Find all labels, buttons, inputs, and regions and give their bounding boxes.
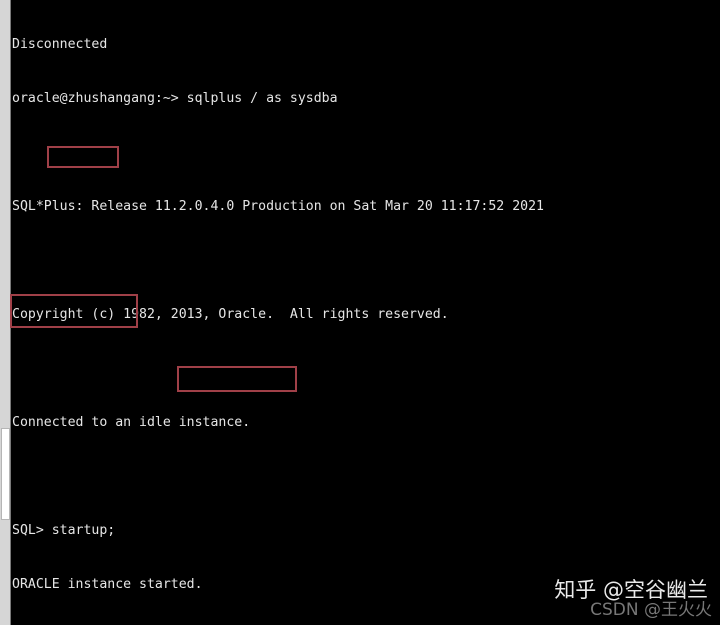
terminal-output[interactable]: Disconnected oracle@zhushangang:~> sqlpl… <box>12 0 720 625</box>
terminal-window: Disconnected oracle@zhushangang:~> sqlpl… <box>0 0 720 625</box>
terminal-line: Connected to an idle instance. <box>12 415 251 430</box>
terminal-line: oracle@zhushangang:~> sqlplus / as sysdb… <box>12 91 338 106</box>
terminal-line-startup-command: SQL> startup; <box>12 523 116 538</box>
watermark-zhihu: 知乎 @空谷幽兰 <box>554 578 708 602</box>
scrollbar-thumb[interactable] <box>1 428 10 520</box>
watermark-csdn: CSDN @王火火 <box>590 600 712 620</box>
terminal-line: Disconnected <box>12 37 108 52</box>
terminal-line: SQL*Plus: Release 11.2.0.4.0 Production … <box>12 199 544 214</box>
terminal-scrollbar[interactable] <box>0 0 11 625</box>
terminal-line: Copyright (c) 1982, 2013, Oracle. All ri… <box>12 307 449 322</box>
